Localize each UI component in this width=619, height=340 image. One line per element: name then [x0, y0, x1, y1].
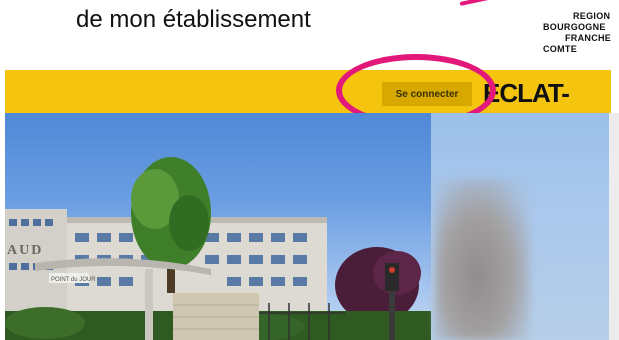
region-logo-line: COMTE	[543, 44, 577, 54]
scrollbar[interactable]	[609, 113, 619, 340]
school-building-illustration: AUD POINT du JOUR	[5, 157, 431, 340]
region-bfc-logo: REGION BOURGOGNE FRANCHE COMTE	[448, 0, 619, 66]
eclat-bfc-logo[interactable]: ECLAT-BFC	[483, 78, 611, 138]
region-logo-line: REGION	[573, 11, 611, 21]
building-sign-text: AUD	[7, 243, 43, 258]
caption-text: de mon établissement	[76, 6, 311, 33]
region-logo-line: BOURGOGNE	[543, 22, 606, 32]
school-photo: AUD POINT du JOUR	[5, 113, 431, 340]
canopy-sign-text: POINT du JOUR	[51, 277, 96, 283]
blurred-side-panel	[431, 113, 609, 340]
site-header: Se connecter ECLAT-BFC	[5, 70, 611, 138]
region-logo-line: FRANCHE	[565, 33, 612, 43]
blurred-figure	[435, 179, 530, 340]
logo-pink-stroke	[459, 0, 533, 6]
